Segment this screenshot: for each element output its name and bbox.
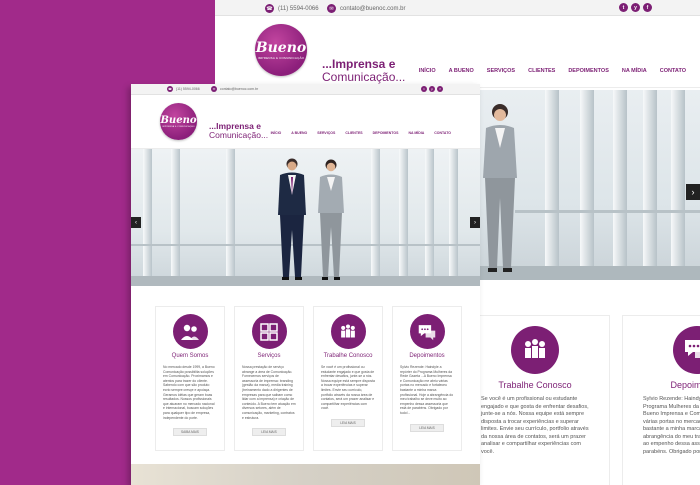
- site-header: Bueno IMPRENSA & COMUNICAÇÃO ...Imprensa…: [131, 95, 480, 149]
- feature-cards: Quem Somos No mercado desde 1999, a Buen…: [155, 306, 462, 451]
- feature-card-servicos: Serviços Nossa prestação de serviço abra…: [234, 306, 304, 451]
- slogan: ...Imprensa e Comunicação...: [322, 58, 405, 84]
- email-address: contato@buenoc.com.br: [340, 5, 406, 12]
- phone-contact[interactable]: ☎ (11) 5594-0066: [265, 4, 319, 13]
- feature-card-trabalhe-conosco: Trabalhe Conosco Se você é um profission…: [460, 315, 610, 485]
- window-column: [671, 90, 685, 280]
- nav-item-contato[interactable]: CONTATO: [660, 68, 686, 74]
- top-contact-bar: ☎ (11) 5594-0066 ✉ contato@buenoc.com.br…: [131, 84, 480, 95]
- slogan-line2: Comunicação...: [209, 130, 269, 140]
- slogan: ...Imprensa e Comunicação...: [209, 122, 268, 140]
- group-icon: [172, 314, 208, 349]
- chat-bubbles-icon: [673, 326, 700, 374]
- facebook-icon[interactable]: f: [643, 3, 652, 12]
- email-contact[interactable]: ✉ contato@buenoc.com.br: [211, 86, 258, 92]
- nav-item-a-bueno[interactable]: A BUENO: [449, 68, 474, 74]
- window-column: [545, 90, 559, 280]
- saiba-mais-button[interactable]: SAIBA MAIS: [173, 428, 207, 437]
- window-column: [425, 149, 434, 286]
- bueno-logo[interactable]: Bueno IMPRENSA & COMUNICAÇÃO: [160, 103, 197, 140]
- feature-text: Nossa prestação de serviço abrange a áre…: [242, 365, 296, 420]
- back-feature-cards: Trabalhe Conosco Se você é um profission…: [460, 315, 700, 485]
- nav-item-servicos[interactable]: SERVIÇOS: [317, 131, 335, 135]
- feature-text: Se você é um profissional ou estudante e…: [481, 396, 589, 455]
- facebook-icon[interactable]: f: [437, 86, 443, 92]
- slogan-line2: Comunicação...: [322, 70, 406, 84]
- leia-mais-button[interactable]: LEIA MAIS: [331, 418, 365, 427]
- main-nav: INÍCIO A BUENO SERVIÇOS CLIENTES DEPOIME…: [271, 131, 451, 135]
- window-column: [226, 149, 235, 286]
- window-column: [143, 149, 152, 286]
- people-network-icon: [330, 314, 366, 349]
- nav-item-contato[interactable]: CONTATO: [434, 131, 451, 135]
- phone-number: (11) 5594-0066: [176, 87, 200, 91]
- main-nav: INÍCIO A BUENO SERVIÇOS CLIENTES DEPOIME…: [419, 68, 686, 74]
- twitter-icon[interactable]: t: [619, 3, 628, 12]
- feature-card-quem-somos: Quem Somos No mercado desde 1999, a Buen…: [155, 306, 225, 451]
- top-contact-bar: ☎ (11) 5594-0066 ✉ contato@buenoc.com.br…: [215, 0, 700, 16]
- feature-title: Trabalhe Conosco: [498, 380, 572, 390]
- window-column: [449, 149, 458, 286]
- feature-title: Depoimentos: [670, 380, 700, 390]
- nav-item-a-bueno[interactable]: A BUENO: [291, 131, 307, 135]
- slider-next-button[interactable]: ›: [470, 217, 480, 228]
- hero-slider: ‹ ›: [131, 149, 480, 286]
- feature-text: No mercado desde 1999, a Bueno Comunicaç…: [163, 365, 215, 420]
- nav-item-servicos[interactable]: SERVIÇOS: [487, 68, 515, 74]
- nav-item-inicio[interactable]: INÍCIO: [271, 131, 282, 135]
- balcony-rail: [515, 210, 700, 213]
- window-column: [171, 149, 180, 286]
- window-column: [580, 90, 594, 280]
- social-links: t y f: [421, 86, 443, 92]
- businesswoman-figure: [483, 104, 517, 272]
- nav-item-depoimentos[interactable]: DEPOIMENTOS: [568, 68, 609, 74]
- window-column: [399, 149, 408, 286]
- feature-text: Se você é um profissional ou estudante e…: [321, 365, 375, 411]
- logo-tagline: IMPRENSA & COMUNICAÇÃO: [257, 56, 305, 60]
- mail-icon: ✉: [211, 86, 217, 92]
- window-column: [613, 90, 627, 280]
- nav-item-inicio[interactable]: INÍCIO: [419, 68, 436, 74]
- window-column: [643, 90, 657, 280]
- youtube-icon[interactable]: y: [429, 86, 435, 92]
- phone-icon: ☎: [167, 86, 173, 92]
- feature-title: Trabalhe Conosco: [323, 353, 373, 359]
- social-links: t y f: [619, 3, 652, 12]
- twitter-icon[interactable]: t: [421, 86, 427, 92]
- chat-bubbles-icon: [409, 314, 445, 349]
- nav-item-clientes[interactable]: CLIENTES: [345, 131, 362, 135]
- feature-text: Sylvio Rezende: Haindyle a repórter do P…: [643, 396, 700, 455]
- phone-icon: ☎: [265, 4, 274, 13]
- bueno-logo[interactable]: Bueno IMPRENSA & COMUNICAÇÃO: [255, 24, 307, 76]
- nav-item-na-midia[interactable]: NA MÍDIA: [622, 68, 647, 74]
- email-contact[interactable]: ✉ contato@buenoc.com.br: [327, 4, 405, 13]
- phone-number: (11) 5594-0066: [278, 5, 319, 12]
- front-page-mockup: ☎ (11) 5594-0066 ✉ contato@buenoc.com.br…: [131, 84, 480, 485]
- phone-contact[interactable]: ☎ (11) 5594-0066: [167, 86, 200, 92]
- nav-item-depoimentos[interactable]: DEPOIMENTOS: [373, 131, 399, 135]
- window-column: [371, 149, 380, 286]
- leia-mais-button[interactable]: LEIA MAIS: [410, 423, 444, 432]
- feature-card-depoimentos: Depoimentos Sylvio Rezende: Haindyle a r…: [392, 306, 462, 451]
- mail-icon: ✉: [327, 4, 336, 13]
- youtube-icon[interactable]: y: [631, 3, 640, 12]
- feature-card-depoimentos: Depoimentos Sylvio Rezende: Haindyle a r…: [622, 315, 700, 485]
- businesswoman-figure: [318, 159, 344, 280]
- logo-tagline: IMPRENSA & COMUNICAÇÃO: [162, 126, 195, 128]
- email-address: contato@buenoc.com.br: [220, 87, 259, 91]
- feature-text: Sylvio Rezende: Haindyle a repórter do P…: [400, 365, 454, 415]
- footer-photo-strip: [131, 464, 480, 485]
- site-header: Bueno IMPRENSA & COMUNICAÇÃO ...Imprensa…: [215, 16, 700, 88]
- people-network-icon: [511, 326, 559, 374]
- feature-card-trabalhe-conosco: Trabalhe Conosco Se você é um profission…: [313, 306, 383, 451]
- nav-item-na-midia[interactable]: NA MÍDIA: [408, 131, 424, 135]
- logo-text: Bueno: [160, 115, 197, 126]
- slider-next-button[interactable]: ›: [686, 184, 700, 200]
- grid-icon: [251, 314, 287, 349]
- businessman-figure: [278, 158, 306, 280]
- slider-prev-button[interactable]: ‹: [131, 217, 141, 228]
- logo-text: Bueno: [255, 40, 307, 56]
- nav-item-clientes[interactable]: CLIENTES: [528, 68, 555, 74]
- leia-mais-button[interactable]: LEIA MAIS: [252, 428, 286, 437]
